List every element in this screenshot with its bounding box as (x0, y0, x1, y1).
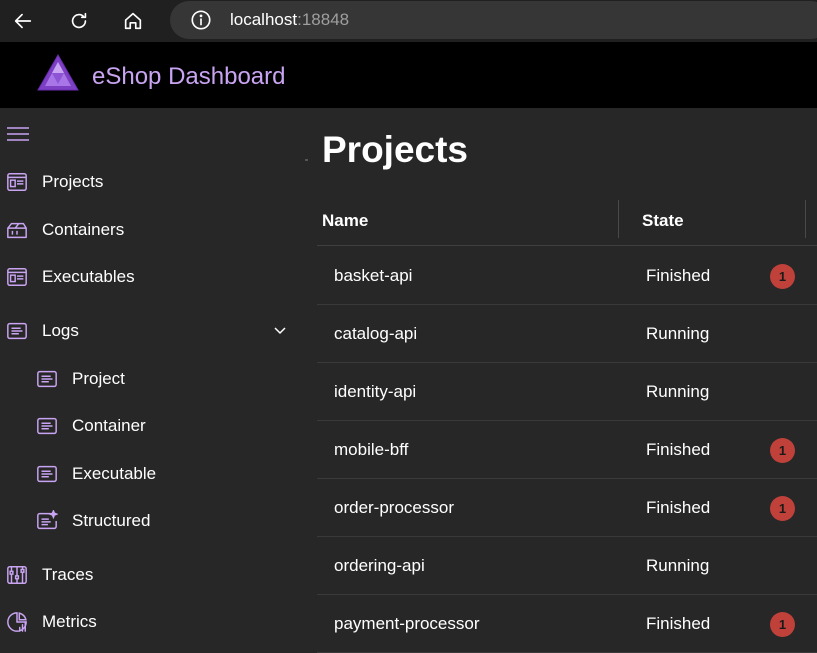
sidebar-item-metrics[interactable]: Metrics (6, 607, 97, 637)
refresh-button[interactable] (64, 6, 94, 36)
sidebar-item-label: Metrics (42, 612, 97, 631)
column-header-name[interactable]: Name (322, 211, 368, 231)
url-port: :18848 (297, 10, 350, 29)
resource-state: Finished (646, 266, 711, 285)
back-button[interactable] (8, 6, 38, 36)
table-header (317, 200, 817, 246)
sidebar-item-logs-container[interactable]: Container (36, 411, 146, 441)
sidebar-item-label: Project (72, 369, 125, 388)
sidebar-item-traces[interactable]: Traces (6, 560, 93, 590)
sidebar-item-logs-structured[interactable]: Structured (36, 506, 150, 536)
resource-name[interactable]: ordering-api (334, 556, 425, 576)
refresh-icon (71, 12, 87, 29)
table-row[interactable]: identity-api Running (317, 363, 817, 421)
address-bar[interactable]: localhost:18848 (170, 1, 817, 39)
resource-name[interactable]: payment-processor (334, 614, 480, 634)
executable-icon (7, 268, 27, 286)
column-header-state[interactable]: State (642, 211, 684, 231)
resource-state: Running (646, 382, 710, 401)
app-logo-icon (37, 54, 79, 91)
sidebar-item-label: Executables (42, 267, 135, 286)
home-button[interactable] (118, 6, 148, 36)
resource-name[interactable]: mobile-bff (334, 440, 408, 460)
sidebar-item-label: Logs (42, 321, 79, 340)
table-row[interactable]: mobile-bff Finished 1 (317, 421, 817, 479)
hamburger-menu-icon[interactable] (6, 124, 30, 144)
resource-state: Finished (646, 498, 711, 517)
table-row[interactable]: basket-api Finished 1 (317, 247, 817, 305)
table-row[interactable]: payment-processor Finished 1 (317, 595, 817, 653)
sidebar-item-label: Projects (42, 172, 104, 191)
metrics-icon (7, 612, 27, 632)
resource-state: Running (646, 324, 710, 343)
sidebar-item-logs-project[interactable]: Project (36, 364, 125, 394)
resource-name[interactable]: catalog-api (334, 324, 417, 344)
column-resize-handle[interactable] (805, 200, 806, 238)
app-header: eShop Dashboard (0, 42, 817, 108)
resource-state: Finished (646, 614, 711, 633)
url-text: localhost:18848 (230, 10, 349, 30)
sidebar: Projects Containers Executables Logs Pro… (0, 108, 305, 646)
traces-icon (7, 566, 27, 584)
sidebar-item-label: Structured (72, 511, 151, 530)
home-icon (124, 12, 142, 30)
log-document-icon (37, 417, 57, 435)
table-row[interactable]: ordering-api Running (317, 537, 817, 595)
log-document-icon (37, 370, 57, 388)
table-row[interactable]: catalog-api Running (317, 305, 817, 363)
log-document-icon (37, 465, 57, 483)
page-title: Projects (322, 129, 469, 170)
browser-toolbar: localhost:18848 (0, 0, 817, 42)
sidebar-item-label: Container (72, 416, 146, 435)
resource-name[interactable]: identity-api (334, 382, 416, 402)
sidebar-item-label: Executable (72, 464, 157, 483)
app-title: eShop Dashboard (92, 63, 286, 90)
error-count-badge[interactable]: 1 (770, 264, 795, 289)
url-host: localhost (230, 10, 298, 29)
sidebar-item-containers[interactable]: Containers (6, 215, 124, 245)
error-count-badge[interactable]: 1 (770, 438, 795, 463)
info-icon[interactable] (190, 9, 212, 31)
container-icon (7, 222, 27, 239)
resource-name[interactable]: basket-api (334, 266, 412, 286)
sidebar-item-logs[interactable]: Logs (6, 316, 79, 346)
resource-state: Running (646, 556, 710, 575)
main-content: Projects Name State basket-api Finished … (308, 108, 817, 653)
sidebar-item-executables[interactable]: Executables (6, 262, 135, 292)
sidebar-item-label: Containers (42, 220, 125, 239)
logs-icon (7, 322, 27, 340)
column-resize-handle[interactable] (618, 200, 619, 238)
table-row[interactable]: order-processor Finished 1 (317, 479, 817, 537)
back-arrow-icon (14, 13, 32, 29)
error-count-badge[interactable]: 1 (770, 496, 795, 521)
sidebar-item-logs-executable[interactable]: Executable (36, 459, 156, 489)
sidebar-item-label: Traces (42, 565, 94, 584)
error-count-badge[interactable]: 1 (770, 612, 795, 637)
sidebar-item-projects[interactable]: Projects (6, 167, 103, 197)
resource-name[interactable]: order-processor (334, 498, 454, 518)
chevron-down-icon[interactable] (272, 322, 288, 338)
project-icon (7, 173, 27, 191)
structured-log-icon (37, 510, 58, 530)
resource-state: Finished (646, 440, 711, 459)
